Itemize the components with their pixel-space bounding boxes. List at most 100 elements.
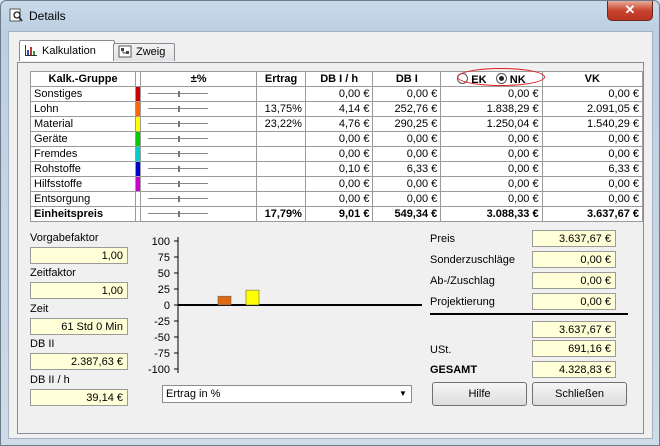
- table-row[interactable]: Einheitspreis 17,79% 9,01 €549,34 €3.088,3…: [29, 206, 644, 222]
- title-bar[interactable]: Details ✕: [1, 1, 659, 31]
- color-swatch: [136, 177, 141, 191]
- netto-field[interactable]: 3.637,67 €: [532, 321, 616, 338]
- row-nk: 3.088,33 €: [440, 206, 543, 222]
- table-row[interactable]: Geräte 0,00 €0,00 €0,00 €0,00 €: [29, 131, 644, 147]
- row-name: Geräte: [29, 131, 137, 147]
- tree-icon: [118, 45, 132, 58]
- row-slider-cell: [140, 131, 258, 147]
- row-name: Hilfsstoffe: [29, 176, 137, 192]
- chevron-down-icon: ▼: [399, 389, 407, 398]
- abzu-label: Ab-/Zuschlag: [430, 275, 495, 287]
- percent-slider[interactable]: [148, 166, 209, 172]
- tab-kalkulation[interactable]: Kalkulation: [19, 40, 115, 61]
- vorgabefaktor-label: Vorgabefaktor: [30, 232, 99, 244]
- zeitfaktor-label: Zeitfaktor: [30, 267, 76, 279]
- row-ertrag: 23,22%: [256, 116, 306, 132]
- projekt-label: Projektierung: [430, 296, 495, 308]
- slider-thumb[interactable]: [178, 181, 181, 187]
- color-swatch: [136, 87, 141, 101]
- row-vk: 0,00 €: [541, 191, 644, 207]
- calculation-table: Kalk.-Gruppe ±% Ertrag DB I / h DB I EK …: [29, 71, 644, 222]
- table-row[interactable]: Rohstoffe 0,10 €6,33 €0,00 €6,33 €: [29, 161, 644, 177]
- slider-thumb[interactable]: [178, 151, 181, 157]
- zeit-label: Zeit: [30, 303, 49, 315]
- zeit-field[interactable]: 61 Std 0 Min: [30, 318, 128, 335]
- slider-thumb[interactable]: [178, 106, 181, 112]
- percent-slider[interactable]: [148, 136, 209, 142]
- row-name: Material: [29, 116, 137, 132]
- row-db1: 252,76 €: [372, 101, 442, 117]
- percent-slider[interactable]: [148, 106, 209, 112]
- row-name: Sonstiges: [29, 86, 137, 102]
- row-nk: 0,00 €: [440, 161, 543, 177]
- abzu-field[interactable]: 0,00 €: [532, 272, 616, 289]
- slider-thumb[interactable]: [178, 121, 181, 127]
- row-vk: 3.637,67 €: [541, 206, 644, 222]
- y-tick-label: -25: [154, 316, 170, 328]
- slider-thumb[interactable]: [178, 166, 181, 172]
- details-window: Details ✕ Kalkulation Zweig Kalk.-Gruppe…: [0, 0, 660, 446]
- row-name: Rohstoffe: [29, 161, 137, 177]
- gesamt-field[interactable]: 4.328,83 €: [532, 361, 616, 378]
- row-db1h: 0,00 €: [304, 191, 374, 207]
- chart-metric-select[interactable]: Ertrag in % ▼: [162, 385, 412, 403]
- ertrag-chart: 100 75 50 25 0 -25 -50 -75 -100: [148, 236, 422, 376]
- y-tick-label: -75: [154, 348, 170, 360]
- y-tick-label: -100: [148, 364, 170, 376]
- table-row[interactable]: Sonstiges 0,00 €0,00 €0,00 €0,00 €: [29, 86, 644, 102]
- row-ertrag: [256, 146, 306, 162]
- slider-thumb[interactable]: [178, 91, 181, 97]
- y-tick-label: 50: [158, 268, 170, 280]
- tab-zweig[interactable]: Zweig: [113, 43, 175, 61]
- row-name: Einheitspreis: [29, 206, 137, 222]
- color-swatch: [136, 132, 141, 146]
- schliessen-button[interactable]: Schließen: [532, 382, 627, 406]
- db2h-field[interactable]: 39,14 €: [30, 389, 128, 406]
- table-body: Sonstiges 0,00 €0,00 €0,00 €0,00 € Lohn 13,…: [29, 86, 644, 222]
- percent-slider[interactable]: [148, 211, 209, 217]
- row-ertrag: 13,75%: [256, 101, 306, 117]
- percent-slider[interactable]: [148, 181, 209, 187]
- header-gruppe: Kalk.-Gruppe: [29, 71, 137, 87]
- slider-thumb[interactable]: [178, 136, 181, 142]
- row-slider-cell: [140, 146, 258, 162]
- row-vk: 0,00 €: [541, 86, 644, 102]
- close-button[interactable]: ✕: [607, 1, 653, 21]
- row-ertrag: [256, 131, 306, 147]
- row-db1: 0,00 €: [372, 146, 442, 162]
- row-name: Lohn: [29, 101, 137, 117]
- vorgabefaktor-field[interactable]: 1,00: [30, 247, 128, 264]
- preis-field[interactable]: 3.637,67 €: [532, 230, 616, 247]
- tab-kalkulation-label: Kalkulation: [42, 45, 96, 57]
- zeitfaktor-field[interactable]: 1,00: [30, 282, 128, 299]
- projekt-field[interactable]: 0,00 €: [532, 293, 616, 310]
- table-row[interactable]: Lohn 13,75% 4,14 €252,76 €1.838,29 €2.091,…: [29, 101, 644, 117]
- slider-thumb[interactable]: [178, 196, 181, 202]
- color-swatch: [136, 162, 141, 176]
- slider-thumb[interactable]: [178, 211, 181, 217]
- percent-slider[interactable]: [148, 91, 209, 97]
- table-row[interactable]: Entsorgung 0,00 €0,00 €0,00 €0,00 €: [29, 191, 644, 207]
- row-ertrag: 17,79%: [256, 206, 306, 222]
- kalkulation-panel: Kalk.-Gruppe ±% Ertrag DB I / h DB I EK …: [17, 62, 644, 434]
- color-swatch: [136, 102, 141, 116]
- sonder-label: Sonderzuschläge: [430, 254, 516, 266]
- percent-slider[interactable]: [148, 151, 209, 157]
- hilfe-button[interactable]: Hilfe: [432, 382, 527, 406]
- row-slider-cell: [140, 101, 258, 117]
- tab-zweig-label: Zweig: [136, 46, 166, 58]
- percent-slider[interactable]: [148, 196, 209, 202]
- ust-field[interactable]: 691,16 €: [532, 340, 616, 357]
- row-slider-cell: [140, 206, 258, 222]
- row-db1h: 4,76 €: [304, 116, 374, 132]
- table-row[interactable]: Material 23,22% 4,76 €290,25 €1.250,04 €1.…: [29, 116, 644, 132]
- db2-field[interactable]: 2.387,63 €: [30, 353, 128, 370]
- color-swatch: [136, 147, 141, 161]
- table-row[interactable]: Fremdes 0,00 €0,00 €0,00 €0,00 €: [29, 146, 644, 162]
- sonder-field[interactable]: 0,00 €: [532, 251, 616, 268]
- row-vk: 0,00 €: [541, 146, 644, 162]
- y-tick-label: -50: [154, 332, 170, 344]
- table-row[interactable]: Hilfsstoffe 0,00 €0,00 €0,00 €0,00 €: [29, 176, 644, 192]
- row-vk: 1.540,29 €: [541, 116, 644, 132]
- percent-slider[interactable]: [148, 121, 209, 127]
